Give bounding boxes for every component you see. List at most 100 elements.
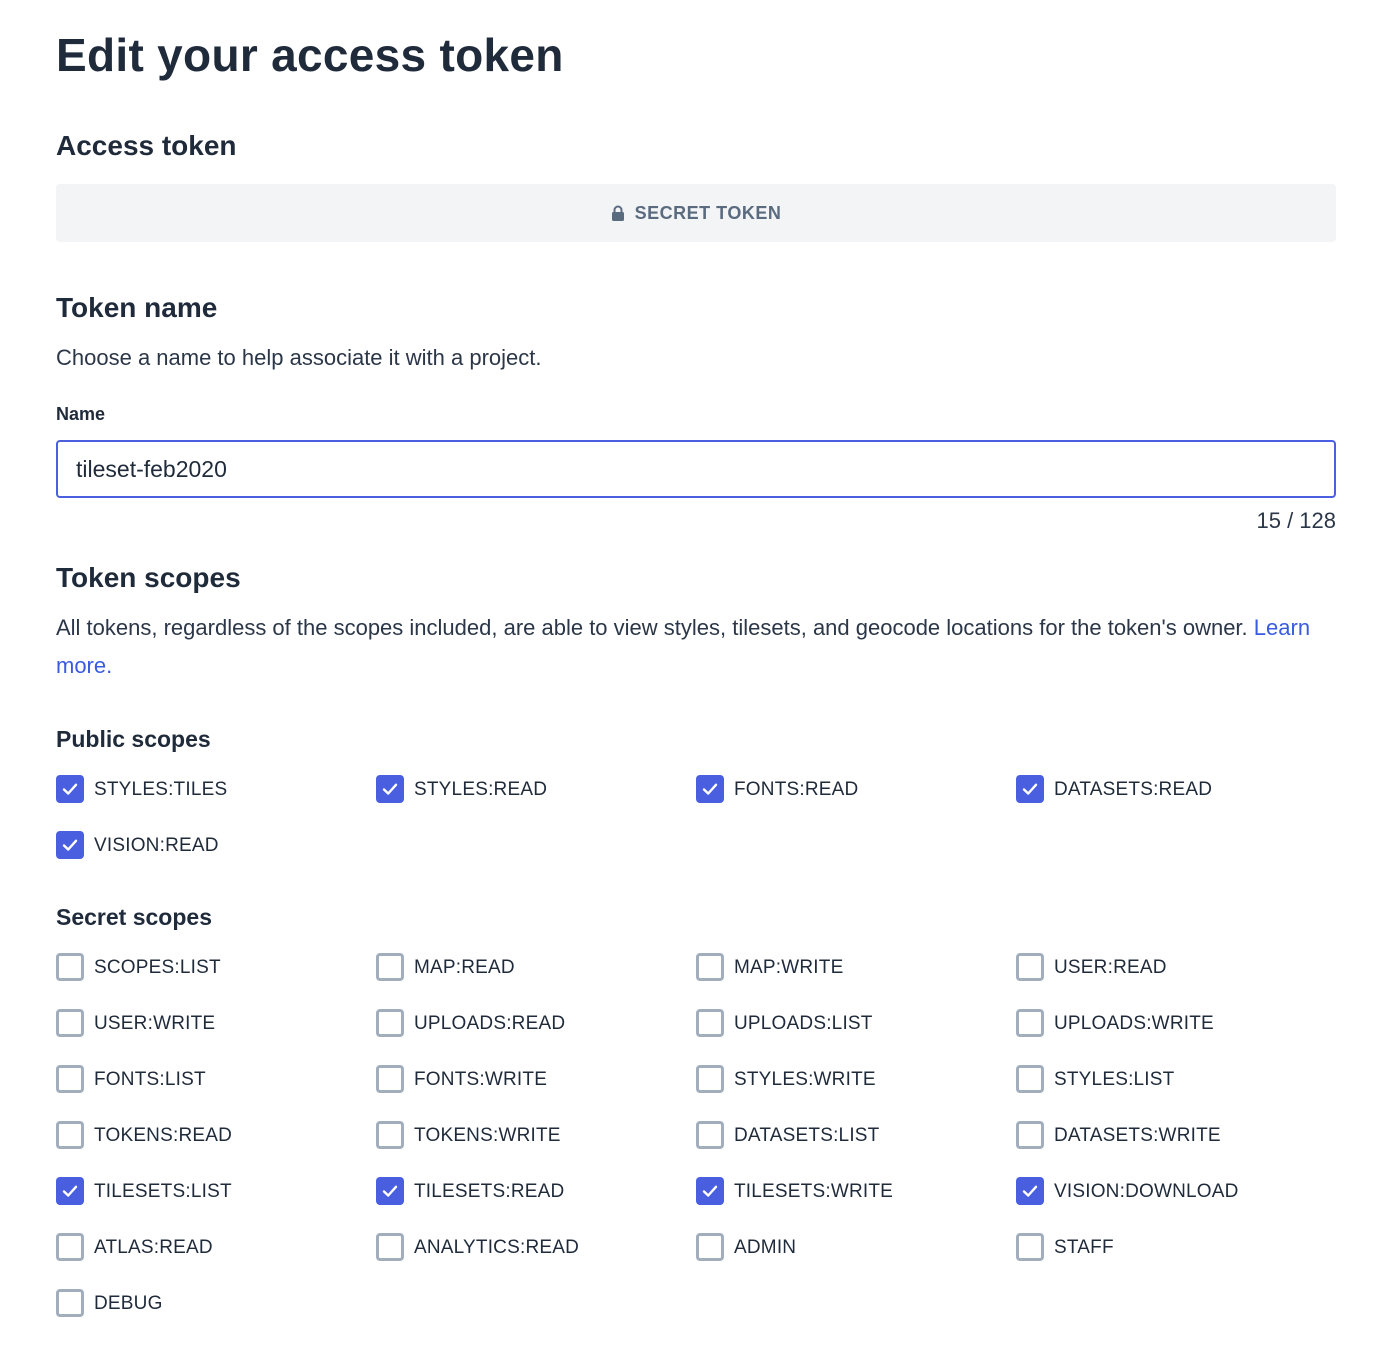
checkbox-checked[interactable] [376, 775, 404, 803]
scope-checkbox-tilesets-list[interactable]: TILESETS:LIST [56, 1177, 376, 1233]
page-title: Edit your access token [56, 29, 564, 81]
scope-label: DATASETS:LIST [734, 1125, 880, 1146]
scope-label: ATLAS:READ [94, 1237, 213, 1258]
scope-checkbox-datasets-read[interactable]: DATASETS:READ [1016, 775, 1336, 831]
scope-checkbox-map-write[interactable]: MAP:WRITE [696, 953, 1016, 1009]
scope-label: FONTS:LIST [94, 1069, 206, 1090]
checkbox-unchecked[interactable] [1016, 953, 1044, 981]
checkbox-unchecked[interactable] [696, 1065, 724, 1093]
scope-checkbox-styles-write[interactable]: STYLES:WRITE [696, 1065, 1016, 1121]
scope-checkbox-styles-tiles[interactable]: STYLES:TILES [56, 775, 376, 831]
token-name-heading: Token name [56, 292, 218, 323]
scope-checkbox-uploads-read[interactable]: UPLOADS:READ [376, 1009, 696, 1065]
checkbox-unchecked[interactable] [376, 1065, 404, 1093]
scope-label: TILESETS:READ [414, 1181, 565, 1202]
scope-label: TILESETS:WRITE [734, 1181, 894, 1202]
checkbox-checked[interactable] [696, 1177, 724, 1205]
checkmark-icon [382, 783, 398, 795]
token-scopes-heading: Token scopes [56, 562, 241, 593]
lock-icon [611, 205, 624, 221]
checkmark-icon [702, 783, 718, 795]
checkbox-checked[interactable] [56, 775, 84, 803]
checkbox-unchecked[interactable] [56, 1233, 84, 1261]
scope-label: MAP:WRITE [734, 957, 844, 978]
scope-checkbox-vision-read[interactable]: VISION:READ [56, 831, 376, 887]
checkmark-icon [382, 1185, 398, 1197]
checkbox-checked[interactable] [376, 1177, 404, 1205]
token-name-input[interactable] [56, 440, 1336, 498]
scope-checkbox-analytics-read[interactable]: ANALYTICS:READ [376, 1233, 696, 1289]
scope-checkbox-tokens-read[interactable]: TOKENS:READ [56, 1121, 376, 1177]
checkbox-unchecked[interactable] [56, 953, 84, 981]
scope-checkbox-tilesets-read[interactable]: TILESETS:READ [376, 1177, 696, 1233]
checkbox-checked[interactable] [56, 831, 84, 859]
checkmark-icon [62, 783, 78, 795]
checkbox-checked[interactable] [1016, 775, 1044, 803]
scope-checkbox-fonts-write[interactable]: FONTS:WRITE [376, 1065, 696, 1121]
checkbox-checked[interactable] [56, 1177, 84, 1205]
scope-label: UPLOADS:LIST [734, 1013, 873, 1034]
scope-checkbox-uploads-write[interactable]: UPLOADS:WRITE [1016, 1009, 1336, 1065]
checkbox-unchecked[interactable] [376, 1009, 404, 1037]
scope-checkbox-tokens-write[interactable]: TOKENS:WRITE [376, 1121, 696, 1177]
checkbox-unchecked[interactable] [1016, 1233, 1044, 1261]
checkbox-unchecked[interactable] [1016, 1065, 1044, 1093]
checkbox-unchecked[interactable] [376, 953, 404, 981]
checkmark-icon [702, 1185, 718, 1197]
scope-checkbox-user-read[interactable]: USER:READ [1016, 953, 1336, 1009]
name-field-label: Name [56, 404, 106, 424]
token-scopes-description-text: All tokens, regardless of the scopes inc… [56, 615, 1248, 640]
scope-checkbox-datasets-list[interactable]: DATASETS:LIST [696, 1121, 1016, 1177]
checkbox-unchecked[interactable] [376, 1233, 404, 1261]
scope-checkbox-admin[interactable]: ADMIN [696, 1233, 1016, 1289]
scope-label: UPLOADS:READ [414, 1013, 566, 1034]
scope-label: SCOPES:LIST [94, 957, 221, 978]
scope-checkbox-fonts-read[interactable]: FONTS:READ [696, 775, 1016, 831]
scope-label: FONTS:READ [734, 779, 859, 800]
scope-label: USER:WRITE [94, 1013, 216, 1034]
scope-label: FONTS:WRITE [414, 1069, 548, 1090]
secret-token-reveal-button[interactable]: SECRET TOKEN [56, 184, 1336, 242]
scope-label: VISION:READ [94, 835, 219, 856]
public-scopes-heading: Public scopes [56, 726, 211, 752]
scope-label: DATASETS:WRITE [1054, 1125, 1221, 1146]
checkbox-checked[interactable] [696, 775, 724, 803]
checkbox-unchecked[interactable] [56, 1065, 84, 1093]
checkbox-unchecked[interactable] [56, 1009, 84, 1037]
scope-checkbox-debug[interactable]: DEBUG [56, 1289, 376, 1345]
checkbox-checked[interactable] [1016, 1177, 1044, 1205]
scope-checkbox-vision-download[interactable]: VISION:DOWNLOAD [1016, 1177, 1336, 1233]
checkbox-unchecked[interactable] [696, 1233, 724, 1261]
checkbox-unchecked[interactable] [56, 1289, 84, 1317]
checkbox-unchecked[interactable] [1016, 1121, 1044, 1149]
scope-checkbox-staff[interactable]: STAFF [1016, 1233, 1336, 1289]
checkbox-unchecked[interactable] [1016, 1009, 1044, 1037]
scope-checkbox-fonts-list[interactable]: FONTS:LIST [56, 1065, 376, 1121]
scope-label: ADMIN [734, 1237, 797, 1258]
checkbox-unchecked[interactable] [56, 1121, 84, 1149]
scope-checkbox-styles-list[interactable]: STYLES:LIST [1016, 1065, 1336, 1121]
scope-label: STYLES:LIST [1054, 1069, 1175, 1090]
checkbox-unchecked[interactable] [696, 953, 724, 981]
scope-checkbox-uploads-list[interactable]: UPLOADS:LIST [696, 1009, 1016, 1065]
scope-checkbox-datasets-write[interactable]: DATASETS:WRITE [1016, 1121, 1336, 1177]
checkbox-unchecked[interactable] [696, 1009, 724, 1037]
scope-label: TOKENS:WRITE [414, 1125, 561, 1146]
checkbox-unchecked[interactable] [696, 1121, 724, 1149]
secret-scopes-heading: Secret scopes [56, 904, 212, 930]
scope-label: UPLOADS:WRITE [1054, 1013, 1214, 1034]
scope-label: STYLES:TILES [94, 779, 228, 800]
scope-checkbox-tilesets-write[interactable]: TILESETS:WRITE [696, 1177, 1016, 1233]
scope-label: DATASETS:READ [1054, 779, 1213, 800]
scope-label: USER:READ [1054, 957, 1167, 978]
scope-checkbox-atlas-read[interactable]: ATLAS:READ [56, 1233, 376, 1289]
checkbox-unchecked[interactable] [376, 1121, 404, 1149]
checkmark-icon [1022, 1185, 1038, 1197]
checkmark-icon [1022, 783, 1038, 795]
scope-label: STAFF [1054, 1237, 1114, 1258]
public-scopes-grid: STYLES:TILES STYLES:READ FONTS:READ DATASET… [56, 775, 1336, 887]
scope-checkbox-user-write[interactable]: USER:WRITE [56, 1009, 376, 1065]
scope-checkbox-map-read[interactable]: MAP:READ [376, 953, 696, 1009]
scope-checkbox-styles-read[interactable]: STYLES:READ [376, 775, 696, 831]
scope-checkbox-scopes-list[interactable]: SCOPES:LIST [56, 953, 376, 1009]
